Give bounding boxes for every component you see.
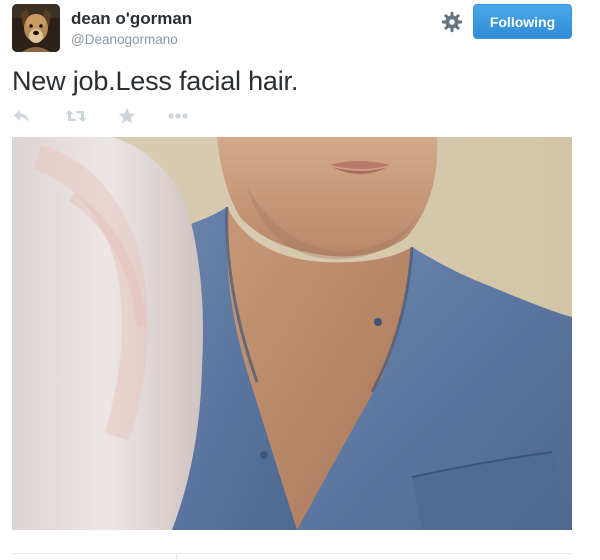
gear-icon[interactable] <box>441 11 463 33</box>
tweet-text: New job.Less facial hair. <box>12 66 299 96</box>
reply-icon[interactable] <box>12 107 34 127</box>
user-handle[interactable]: @Deanogormano <box>71 32 178 47</box>
retweet-icon[interactable] <box>64 107 88 127</box>
dog-avatar-image <box>12 4 60 52</box>
tweet-photo[interactable] <box>12 137 572 530</box>
avatar[interactable] <box>12 4 60 52</box>
display-name[interactable]: dean o'gorman <box>71 9 192 29</box>
following-button[interactable]: Following <box>473 4 572 39</box>
star-icon[interactable] <box>117 107 139 127</box>
more-icon[interactable] <box>167 107 189 127</box>
tweet-card: dean o'gorman @Deanogormano Following Ne… <box>0 0 600 560</box>
footer-divider <box>12 553 572 554</box>
footer-divider-tick <box>176 553 177 560</box>
selfie-photo <box>12 137 572 530</box>
tweet-actions <box>12 107 212 127</box>
